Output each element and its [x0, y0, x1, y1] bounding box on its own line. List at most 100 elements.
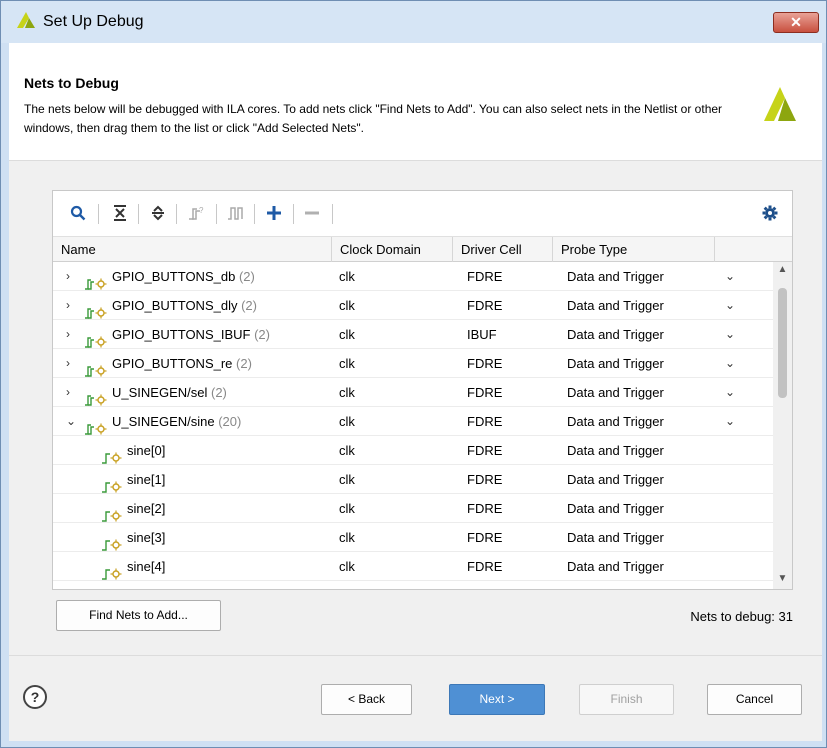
cancel-button[interactable]: Cancel — [707, 684, 802, 715]
net-width-count: (2) — [238, 269, 255, 284]
probe-type-cell[interactable]: Data and Trigger — [567, 320, 747, 349]
net-width-count: (20) — [218, 414, 242, 429]
expand-all-icon[interactable] — [147, 202, 169, 224]
probe-type-chevron-down-icon[interactable]: ⌄ — [725, 291, 735, 320]
probe-type-cell[interactable]: Data and Trigger — [567, 291, 747, 320]
back-button[interactable]: < Back — [321, 684, 412, 715]
net-name-cell: sine[0] — [53, 436, 331, 465]
expand-chevron-right-icon[interactable]: › — [66, 291, 78, 320]
driver-cell-cell: FDRE — [467, 298, 503, 313]
settings-icon[interactable] — [759, 202, 781, 224]
net-name-text: U_SINEGEN/sine — [112, 414, 215, 429]
expand-chevron-right-icon[interactable]: › — [66, 378, 78, 407]
probe-type-cell[interactable]: Data and Trigger — [567, 436, 747, 465]
clock-domain-cell: clk — [339, 472, 355, 487]
vertical-scrollbar[interactable]: ▲ ▼ — [773, 262, 792, 589]
find-nets-to-add-button[interactable]: Find Nets to Add... — [56, 600, 221, 631]
add-icon[interactable] — [263, 202, 285, 224]
driver-cell-cell: FDRE — [467, 385, 503, 400]
scrollbar-thumb[interactable] — [778, 288, 787, 398]
table-row[interactable]: sine[4] clk FDRE Data and Trigger — [53, 552, 773, 581]
probe-type-cell[interactable]: Data and Trigger — [567, 552, 747, 581]
table-row[interactable]: sine[1] clk FDRE Data and Trigger — [53, 465, 773, 494]
column-header-clock-domain[interactable]: Clock Domain — [332, 237, 453, 262]
remove-icon[interactable] — [301, 202, 323, 224]
table-row[interactable]: › GPIO_BUTTONS_dly (2) clk FDRE Data and Tri… — [53, 291, 773, 320]
signal-icon[interactable] — [225, 202, 247, 224]
xilinx-logo-icon — [17, 12, 35, 31]
net-width-count: (2) — [254, 327, 270, 342]
bus-icon[interactable]: ? — [186, 202, 208, 224]
driver-cell-cell: FDRE — [467, 414, 503, 429]
scroll-down-icon[interactable]: ▼ — [773, 573, 792, 587]
column-header-probe-type[interactable]: Probe Type — [553, 237, 715, 262]
net-icon — [101, 561, 123, 589]
probe-type-cell[interactable]: Data and Trigger — [567, 262, 747, 291]
column-header-name[interactable]: Name — [53, 237, 332, 262]
net-name-text: GPIO_BUTTONS_re — [112, 356, 233, 371]
expand-chevron-right-icon[interactable]: › — [66, 349, 78, 378]
probe-type-chevron-down-icon[interactable]: ⌄ — [725, 349, 735, 378]
table-row[interactable]: sine[2] clk FDRE Data and Trigger — [53, 494, 773, 523]
toolbar-divider — [216, 204, 217, 224]
toolbar-divider — [98, 204, 99, 224]
probe-type-chevron-down-icon[interactable]: ⌄ — [725, 407, 735, 436]
net-name-cell: › GPIO_BUTTONS_dly (2) — [53, 291, 331, 320]
probe-type-chevron-down-icon[interactable]: ⌄ — [725, 320, 735, 349]
clock-domain-cell: clk — [339, 385, 355, 400]
clock-domain-cell: clk — [339, 298, 355, 313]
net-name-cell: sine[2] — [53, 494, 331, 523]
net-name-cell: › GPIO_BUTTONS_re (2) — [53, 349, 331, 378]
expand-chevron-down-icon[interactable]: ⌄ — [66, 407, 78, 436]
expand-chevron-right-icon[interactable]: › — [66, 320, 78, 349]
toolbar-divider — [138, 204, 139, 224]
table-row[interactable]: › U_SINEGEN/sel (2) clk FDRE Data and Trigge… — [53, 378, 773, 407]
clock-domain-cell: clk — [339, 559, 355, 574]
help-button[interactable]: ? — [23, 685, 47, 709]
table-row[interactable]: sine[0] clk FDRE Data and Trigger — [53, 436, 773, 465]
clock-domain-cell: clk — [339, 269, 355, 284]
net-width-count: (2) — [241, 298, 257, 313]
table-row[interactable]: sine[3] clk FDRE Data and Trigger — [53, 523, 773, 552]
header-banner: Nets to Debug The nets below will be deb… — [9, 43, 822, 161]
net-name-cell: sine[4] — [53, 552, 331, 581]
nets-panel: ? Name Clock Domain Driver Cell Probe Ty… — [52, 190, 793, 590]
title-bar[interactable]: Set Up Debug ✕ — [1, 1, 826, 43]
net-name-text: U_SINEGEN/sel — [112, 385, 208, 400]
table-row[interactable]: › GPIO_BUTTONS_db (2) clk FDRE Data and Trig… — [53, 262, 773, 291]
column-header-driver-cell[interactable]: Driver Cell — [453, 237, 553, 262]
net-width-count: (2) — [236, 356, 252, 371]
clock-domain-cell: clk — [339, 501, 355, 516]
net-name-cell: ⌄ U_SINEGEN/sine (20) — [53, 407, 331, 436]
driver-cell-cell: IBUF — [467, 327, 497, 342]
set-up-debug-dialog: Set Up Debug ✕ Nets to Debug The nets be… — [0, 0, 827, 748]
search-icon[interactable] — [67, 202, 89, 224]
close-button[interactable]: ✕ — [773, 12, 819, 33]
xilinx-logo-icon — [764, 87, 796, 124]
collapse-all-icon[interactable] — [109, 202, 131, 224]
table-row[interactable]: › GPIO_BUTTONS_re (2) clk FDRE Data and Trig… — [53, 349, 773, 378]
next-button[interactable]: Next > — [449, 684, 545, 715]
table-row[interactable]: ⌄ U_SINEGEN/sine (20) clk FDRE Data and Trig… — [53, 407, 773, 436]
net-name-text: GPIO_BUTTONS_dly — [112, 298, 238, 313]
probe-type-cell[interactable]: Data and Trigger — [567, 407, 747, 436]
probe-type-chevron-down-icon[interactable]: ⌄ — [725, 262, 735, 291]
toolbar-divider — [332, 204, 333, 224]
net-name-text: sine[2] — [127, 501, 166, 516]
scroll-up-icon[interactable]: ▲ — [773, 264, 792, 278]
probe-type-cell[interactable]: Data and Trigger — [567, 494, 747, 523]
net-name-cell: › GPIO_BUTTONS_db (2) — [53, 262, 331, 291]
clock-domain-cell: clk — [339, 530, 355, 545]
net-name-cell: › GPIO_BUTTONS_IBUF (2) — [53, 320, 331, 349]
probe-type-cell[interactable]: Data and Trigger — [567, 378, 747, 407]
clock-domain-cell: clk — [339, 443, 355, 458]
probe-type-cell[interactable]: Data and Trigger — [567, 465, 747, 494]
svg-text:?: ? — [199, 206, 204, 215]
expand-chevron-right-icon[interactable]: › — [66, 262, 78, 291]
probe-type-chevron-down-icon[interactable]: ⌄ — [725, 378, 735, 407]
probe-type-cell[interactable]: Data and Trigger — [567, 523, 747, 552]
finish-button[interactable]: Finish — [579, 684, 674, 715]
driver-cell-cell: FDRE — [467, 356, 503, 371]
table-row[interactable]: › GPIO_BUTTONS_IBUF (2) clk IBUF Data and Tr… — [53, 320, 773, 349]
probe-type-cell[interactable]: Data and Trigger — [567, 349, 747, 378]
